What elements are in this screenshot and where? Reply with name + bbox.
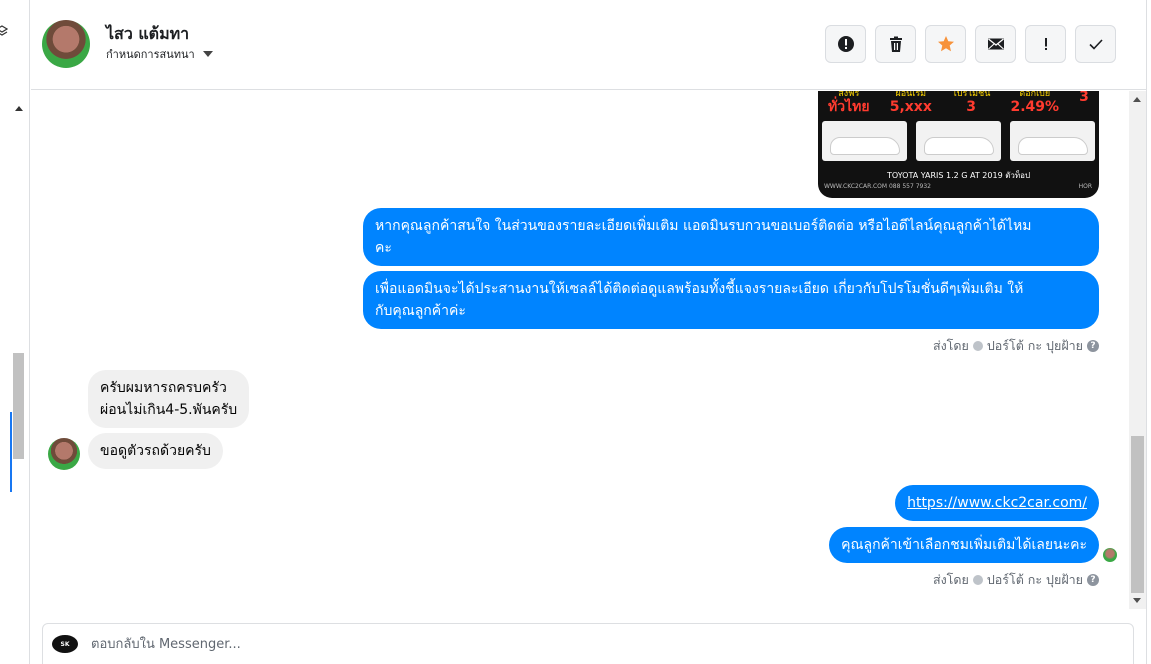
verified-check-icon [972, 575, 983, 585]
conversation-header: ไสว แต้มทา กำหนดการสนทนา [31, 0, 1146, 90]
attachment-stat-value: 2.49% [1010, 99, 1060, 115]
outgoing-message[interactable]: คุณลูกค้าเข้าเลือกชมเพิ่มเติมได้เลยนะคะ [829, 527, 1099, 563]
attachment-stat-value: 3 [966, 99, 977, 115]
sent-by-label: ส่งโดย ปอร์โต้ กะ ปุยฝ้าย ? [933, 336, 1099, 356]
message-text-line: หากคุณลูกค้าสนใจ ในส่วนของรายละเอียดเพิ่… [375, 218, 1032, 234]
conversation-actions [825, 25, 1116, 63]
message-text-line: ครับผมหารถครบครัว [100, 380, 227, 396]
delete-button[interactable] [875, 25, 916, 63]
checkmark-icon [1088, 39, 1103, 50]
contact-avatar[interactable] [42, 20, 90, 68]
thread-scrollbar[interactable] [1129, 91, 1146, 609]
thread-scrollbar-thumb[interactable] [1131, 436, 1144, 593]
seen-indicator-avatar [1103, 548, 1117, 562]
scroll-up-arrow-icon[interactable] [15, 106, 23, 111]
help-icon[interactable]: ? [1087, 340, 1099, 352]
scroll-up-arrow-icon[interactable] [1133, 97, 1141, 102]
caret-down-icon [202, 51, 213, 57]
sent-by-prefix: ส่งโดย [932, 572, 969, 587]
mark-unread-button[interactable] [975, 25, 1016, 63]
attachment-stats: ส่งฟรี ทั่วไทย ผ่อนเริ่ม 5,xxx โปรโมชั่น… [818, 91, 1099, 121]
car-photo [822, 121, 907, 161]
attachment-stat-label: ผ่อนเริ่ม [895, 91, 927, 99]
message-link[interactable]: https://www.ckc2car.com/ [907, 495, 1087, 511]
messenger-inbox: ไสว แต้มทา กำหนดการสนทนา ส่งฟรี ทั่วไทย … [0, 0, 1151, 664]
left-scrollbar[interactable] [10, 100, 26, 500]
exclamation-icon [1044, 38, 1047, 50]
attachment-stat: โปรโมชั่น 3 [952, 91, 990, 121]
message-text-line: คะ [375, 240, 392, 256]
help-icon[interactable]: ? [1087, 574, 1099, 586]
outgoing-link-message[interactable]: https://www.ckc2car.com/ [895, 485, 1099, 521]
contact-name[interactable]: ไสว แต้มทา [106, 22, 189, 47]
right-edge [1146, 0, 1151, 664]
attachment-stat-label: โปรโมชั่น [951, 91, 991, 99]
sent-by-name[interactable]: ปอร์โต้ กะ ปุยฝ้าย [987, 336, 1083, 356]
attachment-footer-right: HOR [1078, 183, 1092, 190]
reply-composer: SK [42, 623, 1134, 664]
attachment-stat: 3 [1079, 91, 1089, 121]
left-rail [0, 0, 30, 664]
attachment-stat-label: ส่งฟรี [838, 91, 860, 99]
car-photo [1010, 121, 1095, 161]
attachment-stat: ดอกเบี้ย 2.49% [1010, 91, 1059, 121]
car-photos [822, 121, 1095, 163]
image-attachment[interactable]: ส่งฟรี ทั่วไทย ผ่อนเริ่ม 5,xxx โปรโมชั่น… [818, 91, 1099, 198]
attachment-stat-label: ดอกเบี้ย [1019, 91, 1051, 99]
attachment-caption: TOYOTA YARIS 1.2 G AT 2019 ตัวท็อป [886, 171, 1031, 180]
outgoing-message[interactable]: เพื่อแอดมินจะได้ประสานงานให้เซลล์ได้ติดต… [363, 271, 1099, 329]
star-button[interactable] [925, 25, 966, 63]
message-text-line: ขอดูตัวรถด้วยครับ [100, 443, 211, 459]
scroll-down-arrow-icon[interactable] [1133, 598, 1141, 603]
mark-done-button[interactable] [1075, 25, 1116, 63]
incoming-message[interactable]: ครับผมหารถครบครัว ผ่อนไม่เกิน4-5.พันครับ [88, 370, 250, 428]
attachment-footer-left: WWW.CKC2CAR.COM 088 557 7932 [824, 183, 931, 190]
sent-by-name[interactable]: ปอร์โต้ กะ ปุยฝ้าย [987, 570, 1083, 590]
attachment-stat: ส่งฟรี ทั่วไทย [828, 91, 870, 121]
verified-check-icon [972, 341, 983, 351]
sent-by-label: ส่งโดย ปอร์โต้ กะ ปุยฝ้าย ? [933, 570, 1099, 590]
page-logo: SK [52, 635, 78, 653]
contact-avatar-small[interactable] [48, 438, 80, 470]
message-text-line: ผ่อนไม่เกิน4-5.พันครับ [100, 402, 238, 418]
message-thread[interactable]: ส่งฟรี ทั่วไทย ผ่อนเริ่ม 5,xxx โปรโมชั่น… [31, 91, 1129, 611]
page-logo-text: SK [60, 640, 70, 648]
mark-spam-button[interactable] [825, 25, 866, 63]
conversation-settings-label: กำหนดการสนทนา [106, 48, 195, 61]
active-conversation-indicator [10, 412, 12, 492]
reply-input[interactable] [91, 634, 991, 654]
message-text-line: คุณลูกค้าเข้าเลือกชมเพิ่มเติมได้เลยนะคะ [841, 537, 1087, 553]
left-scrollbar-thumb[interactable] [13, 353, 24, 459]
attachment-stat-value: 3 [1079, 91, 1089, 105]
mark-important-button[interactable] [1025, 25, 1066, 63]
message-text-line: กับคุณลูกค้าค่ะ [375, 303, 466, 319]
incoming-message[interactable]: ขอดูตัวรถด้วยครับ [88, 433, 223, 469]
layers-icon[interactable] [0, 25, 8, 39]
outgoing-message[interactable]: หากคุณลูกค้าสนใจ ในส่วนของรายละเอียดเพิ่… [363, 208, 1099, 266]
attachment-stat: ผ่อนเริ่ม 5,xxx [890, 91, 932, 121]
attachment-footer: WWW.CKC2CAR.COM 088 557 7932 HOR [824, 183, 1092, 190]
envelope-icon [987, 38, 1004, 50]
car-photo [916, 121, 1001, 161]
trash-icon [889, 36, 902, 52]
message-text-line: เพื่อแอดมินจะได้ประสานงานให้เซลล์ได้ติดต… [375, 281, 1024, 297]
attachment-stat-value: ทั่วไทย [828, 99, 870, 115]
sent-by-prefix: ส่งโดย [932, 338, 969, 353]
conversation-settings-dropdown[interactable]: กำหนดการสนทนา [106, 45, 213, 63]
attachment-stat-value: 5,xxx [889, 99, 932, 115]
alert-circle-icon [837, 36, 854, 52]
star-icon [937, 36, 954, 52]
